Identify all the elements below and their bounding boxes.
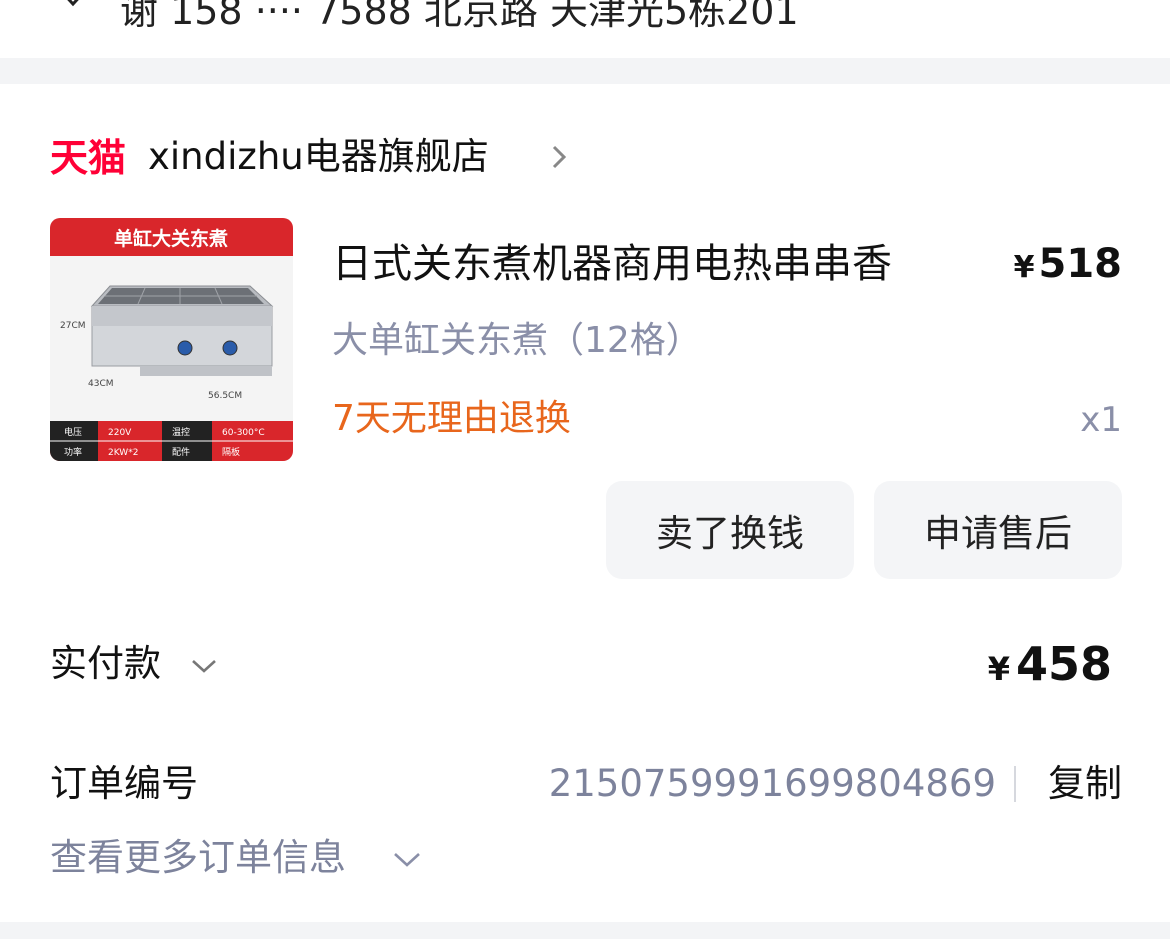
svg-text:单缸大关东煮: 单缸大关东煮 (114, 227, 228, 250)
svg-text:56.5CM: 56.5CM (208, 391, 242, 401)
chevron-down-icon[interactable] (392, 849, 422, 869)
store-name[interactable]: xindizhu电器旗舰店 (148, 135, 489, 179)
section-divider (0, 922, 1170, 939)
svg-text:电压: 电压 (64, 426, 82, 438)
svg-text:功率: 功率 (64, 446, 82, 458)
more-order-info-link[interactable]: 查看更多订单信息 (50, 834, 346, 882)
copy-button[interactable]: 复制 (1030, 760, 1122, 808)
svg-text:2KW*2: 2KW*2 (108, 448, 138, 458)
product-title[interactable]: 日式关东煮机器商用电热串串香 (332, 240, 892, 288)
paid-label[interactable]: 实付款 (50, 640, 161, 688)
product-price: ¥518 (1010, 240, 1122, 296)
order-number-label: 订单编号 (50, 762, 198, 805)
product-spec: 大单缸关东煮（12格） (332, 320, 702, 361)
tmall-logo[interactable]: 天猫 (50, 135, 140, 179)
product-image-graphic: 单缸大关东煮 27CM 43CM 56.5CM 电压 220V 温控 60-30… (50, 218, 293, 461)
address-text: 谢 158 ···· 7588 北京路 天津光5栋201 (120, 0, 799, 33)
amount-value: 458 (1015, 637, 1112, 691)
address-row[interactable]: 谢 158 ···· 7588 北京路 天津光5栋201 (0, 0, 1170, 58)
currency-symbol: ¥ (1013, 250, 1035, 285)
chevron-right-icon[interactable] (548, 143, 570, 171)
svg-text:配件: 配件 (172, 446, 190, 458)
svg-text:天猫: 天猫 (50, 136, 126, 179)
chevron-right-icon (1094, 0, 1118, 6)
return-policy: 7天无理由退换 (332, 398, 571, 439)
divider (1014, 766, 1016, 802)
chevron-down-icon[interactable] (190, 656, 218, 676)
svg-text:27CM: 27CM (60, 321, 86, 331)
location-icon (67, 0, 79, 7)
section-divider (0, 58, 1170, 84)
product-image[interactable]: 单缸大关东煮 27CM 43CM 56.5CM 电压 220V 温控 60-30… (50, 218, 293, 461)
after-sale-button[interactable]: 申请售后 (874, 481, 1122, 579)
currency-symbol: ¥ (987, 650, 1010, 688)
paid-amount: ¥458 (940, 632, 1112, 707)
price-value: 518 (1038, 241, 1123, 287)
svg-text:隔板: 隔板 (222, 446, 240, 458)
svg-text:220V: 220V (108, 428, 132, 438)
svg-text:43CM: 43CM (88, 379, 114, 389)
svg-text:温控: 温控 (172, 426, 190, 438)
order-number: 2150759991699804869 (548, 762, 996, 805)
svg-text:60-300°C: 60-300°C (222, 428, 265, 438)
product-quantity: x1 (1080, 400, 1122, 440)
sell-button[interactable]: 卖了换钱 (606, 481, 854, 579)
